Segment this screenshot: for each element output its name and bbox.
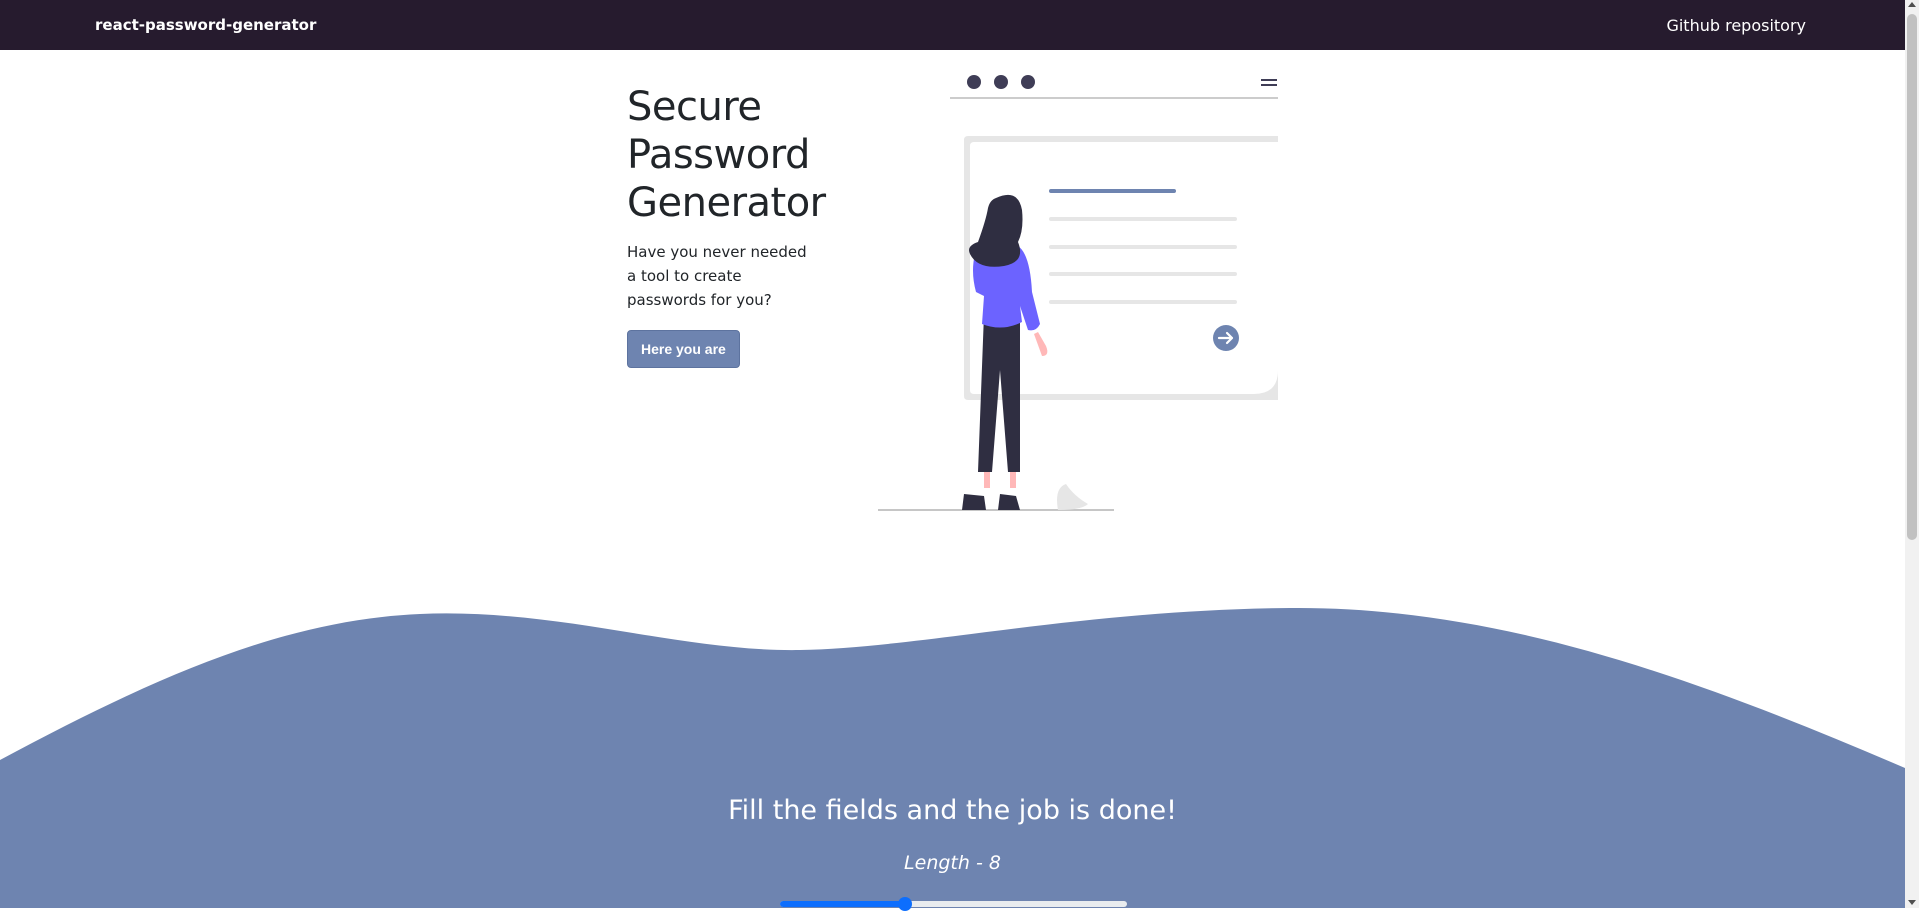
scroll-up-icon[interactable] xyxy=(1908,2,1916,7)
arrow-right-circle-icon xyxy=(1213,325,1239,351)
hero-title-line: Generator xyxy=(627,180,826,226)
scroll-down-icon[interactable] xyxy=(1908,900,1916,905)
brand-link[interactable]: react-password-generator xyxy=(95,16,316,34)
length-slider-thumb[interactable] xyxy=(897,897,912,911)
card-text-line xyxy=(1049,217,1237,221)
form-title: Fill the fields and the job is done! xyxy=(728,795,1177,826)
plant xyxy=(1057,484,1088,510)
page-scrollbar[interactable] xyxy=(1905,0,1919,908)
card-text-line xyxy=(1049,272,1237,276)
hero-title-line: Secure xyxy=(627,84,762,130)
navbar: react-password-generator Github reposito… xyxy=(0,0,1905,50)
generator-form: Fill the fields and the job is done! Len… xyxy=(0,795,1905,874)
length-label: Length - 8 xyxy=(904,852,1001,874)
card-title-line xyxy=(1049,189,1176,193)
card-text-line xyxy=(1049,300,1237,304)
hamburger-menu-icon xyxy=(1261,79,1277,86)
hero-title: Secure Password Generator xyxy=(627,83,857,227)
hero-illustration xyxy=(878,75,1278,511)
length-slider[interactable] xyxy=(780,897,1127,911)
browser-dots xyxy=(967,75,1035,89)
scrollbar-thumb[interactable] xyxy=(1907,14,1917,540)
hero-subtitle: Have you never needed a tool to create p… xyxy=(627,243,807,309)
github-repository-link[interactable]: Github repository xyxy=(1666,16,1810,35)
hero-section: Secure Password Generator Have you never… xyxy=(627,83,857,368)
length-slider-fill xyxy=(780,901,905,907)
here-you-are-button[interactable]: Here you are xyxy=(627,330,740,368)
hero-title-line: Password xyxy=(627,132,810,178)
card-text-line xyxy=(1049,245,1237,249)
